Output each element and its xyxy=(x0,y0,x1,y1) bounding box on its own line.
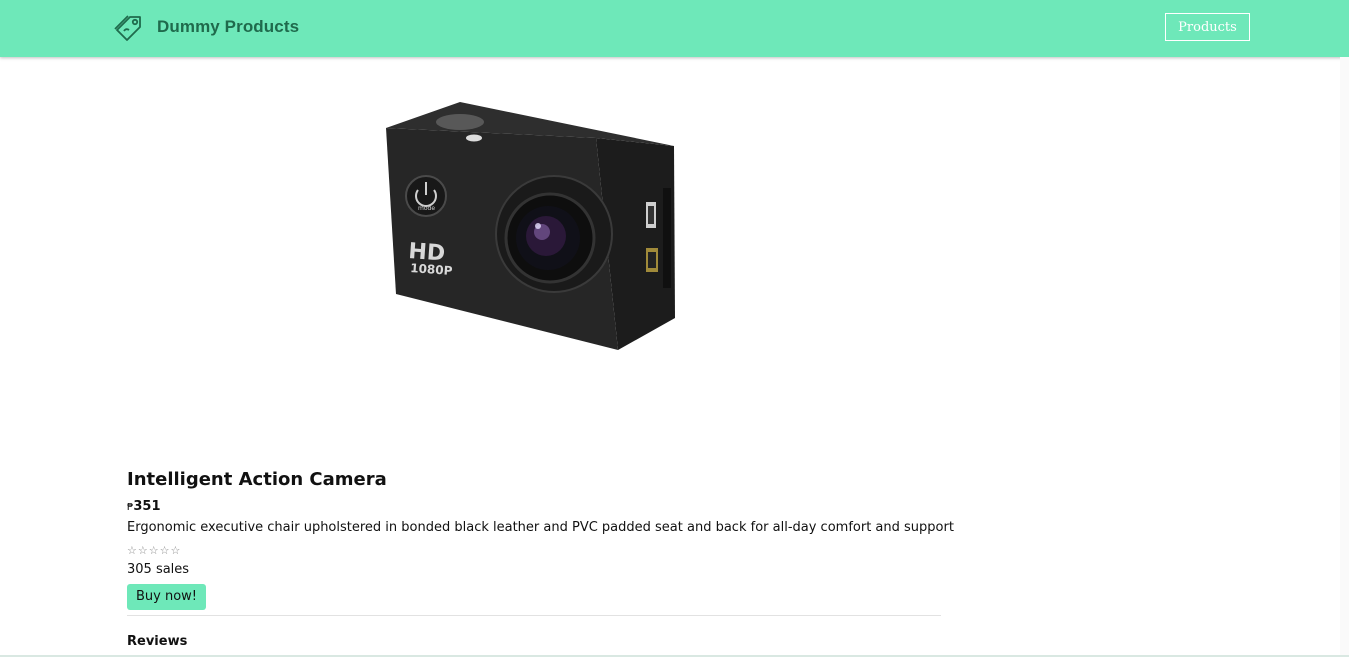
action-camera-image: mode HD 1080P xyxy=(386,102,675,350)
mode-label: mode xyxy=(418,205,435,212)
product-price: ₱351 xyxy=(127,499,161,514)
price-amount: 351 xyxy=(133,499,161,514)
rating-stars: ☆☆☆☆☆ xyxy=(127,545,182,557)
page-scrollbar[interactable] xyxy=(1340,57,1349,657)
section-divider xyxy=(127,615,941,616)
products-button[interactable]: Products xyxy=(1165,13,1250,41)
product-title: Intelligent Action Camera xyxy=(127,469,387,490)
reviews-heading: Reviews xyxy=(127,634,188,649)
resolution-label: 1080P xyxy=(410,261,453,278)
brand-name: Dummy Products xyxy=(157,17,300,36)
product-description: Ergonomic executive chair upholstered in… xyxy=(127,520,954,535)
top-navbar: Dummy Products Products xyxy=(0,0,1349,57)
brand-link[interactable]: Dummy Products xyxy=(113,11,299,43)
sales-count: 305 sales xyxy=(127,562,190,577)
price-tag-icon xyxy=(114,15,141,41)
buy-now-button[interactable]: Buy now! xyxy=(127,584,206,610)
